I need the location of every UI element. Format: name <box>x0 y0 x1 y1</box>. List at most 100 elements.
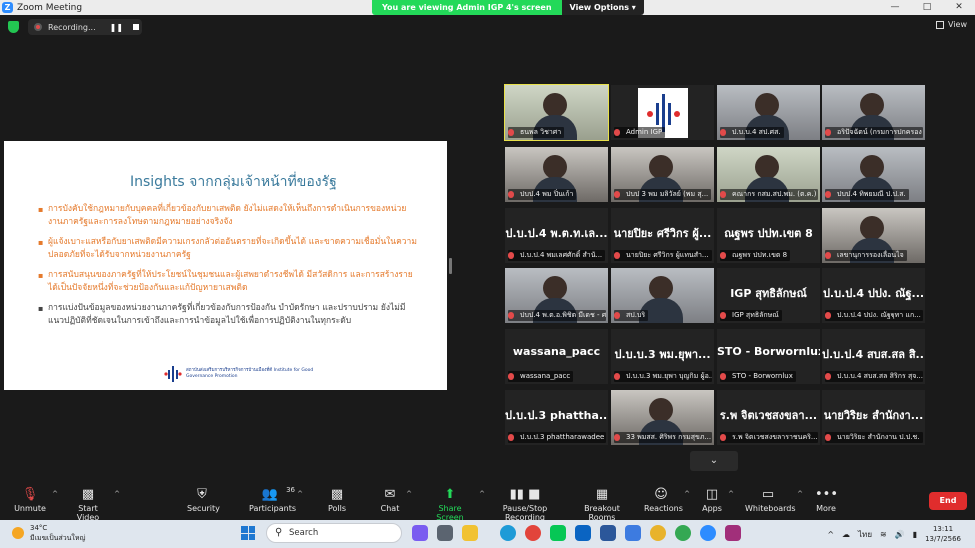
participant-tile[interactable]: ณฐพร ปปท.เขต 8 ณฐพร ปปท.เขต 8 <box>717 208 820 263</box>
participant-tile[interactable]: นายวิริยะ สำนักงา... นายวิริยะ สำนักงาน ป… <box>822 390 925 445</box>
slide-bullet: การสนับสนุนของภาครัฐที่ให้ประโยชน์ในชุมช… <box>38 269 418 295</box>
participant-tile[interactable]: ป.บ.ป.4 ปปง. ณัฐ... ป.บ.ป.4 ปปง. ณัฐฐุทา … <box>822 268 925 323</box>
pause-stop-recording-button[interactable]: ▮▮ ■ Pause/Stop Recording <box>486 486 564 522</box>
stop-recording-icon[interactable] <box>133 24 140 30</box>
file-explorer-icon[interactable] <box>462 525 478 541</box>
participant-tile[interactable]: ปบป.4 พม ปิ่นเก้า <box>505 147 608 202</box>
muted-mic-icon <box>825 312 831 319</box>
pause-stop-icon: ▮▮ ■ <box>509 487 541 502</box>
participant-name-label: ป.บ.บ.3 พม.ยุพา บุญกิม ผู้อ... <box>614 371 712 382</box>
security-button[interactable]: ⛨ Security <box>187 486 220 513</box>
whiteboards-caret-icon[interactable]: ^ <box>797 490 803 498</box>
chat-icon: ✉ <box>384 487 396 502</box>
temperature: 34°C <box>30 524 48 532</box>
participant-tile[interactable]: เลขานุการรองเลื่อนไจ <box>822 208 925 263</box>
gallery-next-page-button[interactable]: ⌄ <box>690 451 738 471</box>
participant-tile[interactable]: ปบป.4 พ.ต.อ.พิชิต มีเดช - ศ.ป... <box>505 268 608 323</box>
participant-name-label: Admin IGP <box>614 127 666 138</box>
app-icon[interactable] <box>725 525 741 541</box>
chat-caret-icon[interactable]: ^ <box>406 490 412 498</box>
cloud-icon[interactable]: ☁ <box>842 530 850 539</box>
maximize-icon[interactable]: □ <box>911 0 943 15</box>
audio-options-caret-icon[interactable]: ^ <box>52 490 58 498</box>
participant-tile[interactable]: ป.บ.ป.4 สบส.สล สิ... ป.บ.บ.4 สบส.สล สิริก… <box>822 329 925 384</box>
video-options-caret-icon[interactable]: ^ <box>114 490 120 498</box>
view-button[interactable]: View <box>936 20 967 29</box>
muted-mic-icon <box>508 434 514 441</box>
start-video-button[interactable]: ▩ Start Video ^ <box>68 486 120 522</box>
participants-button[interactable]: 👥 Participants 36 ^ <box>249 486 303 513</box>
participant-tile[interactable]: สป.บริ <box>611 268 714 323</box>
share-screen-button[interactable]: ⬆ Share Screen ^ <box>427 486 485 522</box>
whiteboards-button[interactable]: ▭ Whiteboards ^ <box>745 486 803 513</box>
outlook-icon[interactable] <box>575 525 591 541</box>
participant-tile[interactable]: ปบป 3 พม มลิวัลย์ (พม สุ... <box>611 147 714 202</box>
muted-mic-icon <box>614 373 620 380</box>
edge-browser-icon[interactable] <box>500 525 516 541</box>
share-caret-icon[interactable]: ^ <box>479 490 485 498</box>
participant-tile[interactable]: อริปัจฉัตน์ (กรมการปกครอง <box>822 85 925 140</box>
participant-tile[interactable]: ธนพล วิชาศา <box>504 84 609 141</box>
participant-figure <box>649 155 673 179</box>
whiteboard-icon: ▭ <box>761 487 775 502</box>
participant-tile[interactable]: IGP สุทธิลักษณ์ IGP สุทธิลักษณ์ <box>717 268 820 323</box>
participant-tile[interactable]: นายปิยะ ศรีวิกร ผู้... นายปิยะ ศรีวิกร ผู… <box>611 208 714 263</box>
weather-widget[interactable]: 34°C มีเมฆเป็นส่วนใหญ่ <box>12 523 85 543</box>
search-icon: ⚲ <box>275 527 283 538</box>
windows-start-icon[interactable] <box>241 526 255 540</box>
participant-tile[interactable]: STO - Borwornlux STO - Borwornlux <box>717 329 820 384</box>
participant-tile[interactable]: ป.บ.ป.3 phattha... ป.บ.ป.3 phattharawadee <box>505 390 608 445</box>
zoom-taskbar-icon[interactable] <box>700 525 716 541</box>
line-app-icon[interactable] <box>550 525 566 541</box>
clock[interactable]: 13:11 13/7/2566 <box>925 524 961 544</box>
breakout-rooms-button[interactable]: ▦ Breakout Rooms <box>573 486 631 522</box>
chrome-profile-2-icon[interactable] <box>675 525 691 541</box>
share-screen-icon: ⬆ <box>444 487 456 502</box>
volume-icon[interactable]: 🔊 <box>895 530 905 539</box>
participant-name-label: wassana_pacc <box>508 371 574 382</box>
participant-name-label: ร.พ จิตเวชสงขลาราชนคริ... <box>720 432 818 443</box>
apps-button[interactable]: ◫ Apps ^ <box>702 486 734 513</box>
wifi-icon[interactable]: ≋ <box>880 530 887 539</box>
unmute-button[interactable]: 🎙 Unmute ^ <box>14 486 58 513</box>
dropbox-icon[interactable] <box>625 525 641 541</box>
muted-mic-icon <box>508 191 514 198</box>
participant-tile[interactable]: ป.บ.บ.4 สป.ศส. <box>717 85 820 140</box>
participant-tile[interactable]: 33 พมสส. ศิริพร กรมสุขภ... <box>611 390 714 445</box>
chrome-profile-icon[interactable] <box>650 525 666 541</box>
word-icon[interactable] <box>600 525 616 541</box>
window-controls: — □ ✕ <box>879 0 975 15</box>
encryption-shield-icon[interactable] <box>8 21 19 33</box>
muted-mic-icon <box>720 434 726 441</box>
recording-dot-icon <box>34 23 42 31</box>
apps-caret-icon[interactable]: ^ <box>728 490 734 498</box>
view-options-button[interactable]: View Options ▾ <box>561 0 644 15</box>
chrome-icon[interactable] <box>525 525 541 541</box>
participant-tile[interactable]: Admin IGP <box>611 85 714 140</box>
language-indicator[interactable]: ไทย <box>858 528 872 541</box>
participant-display-name: wassana_pacc <box>512 345 601 358</box>
participant-tile[interactable]: ป.บ.ป.4 พ.ต.ท.เล... ป.บ.ป.4 พมเลศศักดิ์ ส… <box>505 208 608 263</box>
participant-tile[interactable]: ป.บ.บ.3 พม.ยุพา... ป.บ.บ.3 พม.ยุพา บุญกิม… <box>611 329 714 384</box>
copilot-app-icon[interactable] <box>412 525 428 541</box>
participant-tile[interactable]: ปบป.4 ทิพยมณี ป.ป.ส. <box>822 147 925 202</box>
chat-label: Chat <box>380 504 400 513</box>
tray-overflow-icon[interactable]: ^ <box>827 530 834 539</box>
taskbar-search[interactable]: ⚲ Search <box>266 523 402 543</box>
polls-button[interactable]: ▩ Polls <box>327 486 347 513</box>
reactions-caret-icon[interactable]: ^ <box>684 490 690 498</box>
end-meeting-button[interactable]: End <box>929 492 967 510</box>
participant-tile[interactable]: คณากร กสม.สป.พม. (ต.ค.) <box>717 147 820 202</box>
close-icon[interactable]: ✕ <box>943 0 975 15</box>
reactions-button[interactable]: ☺ Reactions ^ <box>644 486 690 513</box>
participant-tile[interactable]: wassana_pacc wassana_pacc <box>505 329 608 384</box>
battery-icon[interactable]: ▮ <box>913 530 917 539</box>
split-resize-handle[interactable] <box>449 258 452 274</box>
pause-recording-icon[interactable]: ❚❚ <box>110 23 123 32</box>
participant-tile[interactable]: ร.พ จิตเวชสงขลา... ร.พ จิตเวชสงขลาราชนคริ… <box>717 390 820 445</box>
task-view-icon[interactable] <box>437 525 453 541</box>
more-button[interactable]: ••• More <box>815 486 838 513</box>
participants-caret-icon[interactable]: ^ <box>297 490 303 498</box>
chat-button[interactable]: ✉ Chat ^ <box>380 486 412 513</box>
minimize-icon[interactable]: — <box>879 0 911 15</box>
